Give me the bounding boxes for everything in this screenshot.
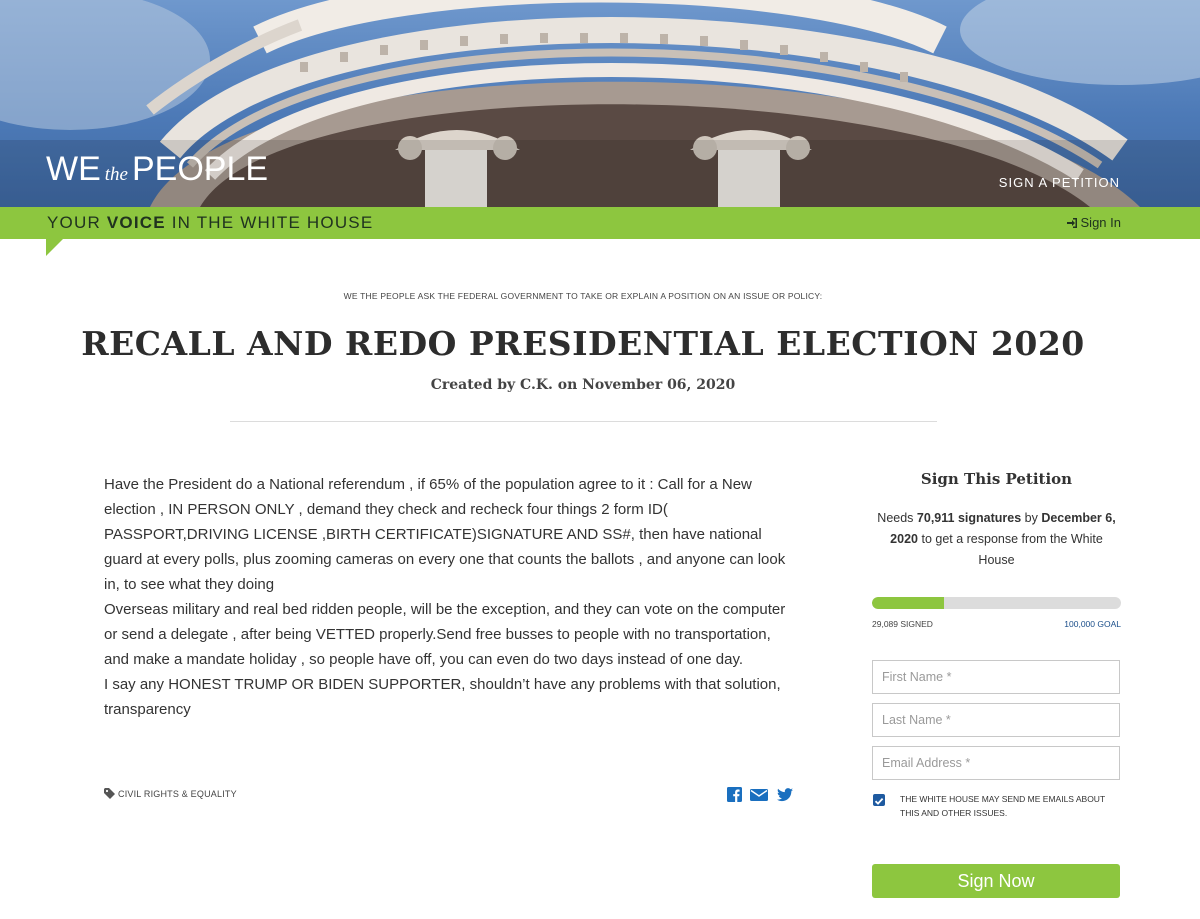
tagline-pre: YOUR: [47, 213, 101, 232]
email-icon[interactable]: [750, 788, 769, 807]
petition-paragraph: Overseas military and real bed ridden pe…: [104, 601, 786, 668]
share-icons: [727, 787, 797, 807]
twitter-icon[interactable]: [776, 788, 793, 807]
petition-paragraph: Have the President do a National referen…: [104, 476, 786, 593]
needs-count: 70,911 signatures: [916, 511, 1022, 525]
signature-progress-bar: [872, 597, 1121, 609]
tag-icon: [104, 788, 115, 799]
heading-divider: [230, 421, 937, 422]
tagline-bar-notch: [46, 239, 63, 256]
tagline: YOUR VOICE IN THE WHITE HOUSE: [47, 213, 373, 233]
signature-progress-fill: [872, 597, 945, 609]
tagline-bold: VOICE: [106, 213, 166, 232]
email-optin-label: THE WHITE HOUSE MAY SEND ME EMAILS ABOUT…: [900, 794, 1105, 818]
tagline-post: IN THE WHITE HOUSE: [171, 213, 374, 232]
logo-we: WE: [46, 150, 101, 188]
issue-tag[interactable]: CIVIL RIGHTS & EQUALITY: [104, 788, 237, 799]
signature-form: [872, 660, 1121, 780]
petition-paragraph: I say any HONEST TRUMP OR BIDEN SUPPORTE…: [104, 676, 781, 718]
we-the-people-logo[interactable]: WE the PEOPLE: [46, 150, 268, 189]
goal-count: 100,000 GOAL: [1064, 619, 1121, 629]
facebook-icon[interactable]: [727, 787, 742, 807]
petition-kicker: WE THE PEOPLE ASK THE FEDERAL GOVERNMENT…: [343, 291, 823, 301]
sign-a-petition-link[interactable]: SIGN A PETITION: [999, 175, 1120, 190]
needs-pre: Needs: [877, 511, 914, 525]
sign-in-icon: [1066, 218, 1077, 228]
last-name-input[interactable]: [872, 703, 1120, 737]
sign-petition-panel: Sign This Petition Needs 70,911 signatur…: [872, 470, 1121, 898]
first-name-input[interactable]: [872, 660, 1120, 694]
issue-tag-label: CIVIL RIGHTS & EQUALITY: [118, 789, 237, 799]
logo-people: PEOPLE: [132, 150, 269, 188]
needs-post: to get a response from the White House: [921, 532, 1103, 567]
logo-the: the: [104, 164, 128, 185]
email-input[interactable]: [872, 746, 1120, 780]
sign-in-label: Sign In: [1080, 215, 1121, 230]
petition-title: RECALL AND REDO PRESIDENTIAL ELECTION 20…: [81, 324, 1085, 363]
signatures-needed-text: Needs 70,911 signatures by December 6, 2…: [872, 508, 1121, 571]
petition-body: Have the President do a National referen…: [104, 472, 794, 722]
email-optin: THE WHITE HOUSE MAY SEND ME EMAILS ABOUT…: [872, 792, 1121, 822]
needs-by: by: [1024, 511, 1038, 525]
signed-count: 29,089 SIGNED: [872, 619, 933, 629]
tagline-bar: YOUR VOICE IN THE WHITE HOUSE Sign In: [0, 207, 1200, 239]
email-optin-checkbox[interactable]: [873, 794, 885, 806]
petition-created-by: Created by C.K. on November 06, 2020: [430, 377, 736, 393]
sign-in-link[interactable]: Sign In: [1066, 215, 1121, 230]
hero-banner: WE the PEOPLE SIGN A PETITION: [0, 0, 1200, 207]
signature-counts: 29,089 SIGNED 100,000 GOAL: [872, 619, 1121, 631]
sign-petition-heading: Sign This Petition: [920, 470, 1073, 488]
sign-now-button[interactable]: Sign Now: [872, 864, 1120, 898]
checkmark-icon: [874, 797, 884, 805]
